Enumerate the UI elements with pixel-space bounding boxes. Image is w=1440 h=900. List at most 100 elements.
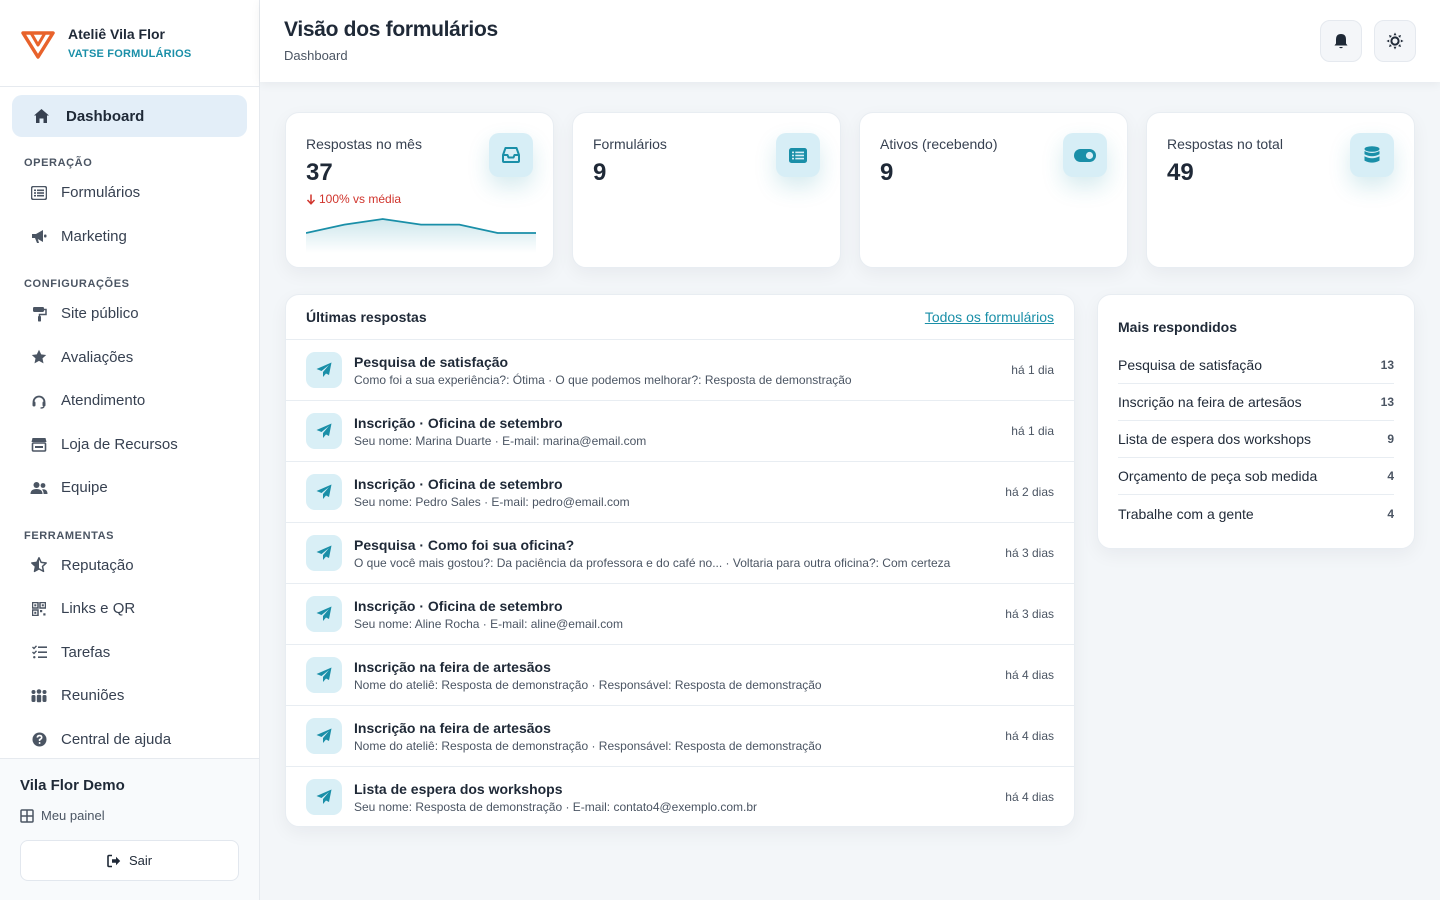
breadcrumb: Dashboard — [284, 48, 348, 63]
most-responded-count: 9 — [1387, 432, 1394, 446]
headset-icon — [30, 392, 48, 410]
response-form-title: Inscrição · Oficina de setembro — [354, 598, 563, 614]
brand[interactable]: Ateliê Vila Flor VATSE FORMULÁRIOS — [0, 0, 259, 87]
response-time: há 1 dia — [1011, 424, 1054, 438]
stat-value: 9 — [593, 159, 607, 186]
stat-card-active-forms: Ativos (recebendo) 9 — [859, 112, 1128, 268]
response-summary: Seu nome: Marina Duarte · E-mail: marina… — [354, 434, 647, 448]
sidebar-item-loja-de-recursos[interactable]: Loja de Recursos — [12, 423, 247, 467]
bell-icon — [1334, 33, 1348, 48]
notifications-button[interactable] — [1320, 20, 1362, 62]
sidebar-item-label: Reputação — [61, 556, 134, 574]
sidebar-item-label: Links e QR — [61, 600, 136, 618]
response-time: há 3 dias — [1005, 607, 1054, 621]
most-responded-count: 13 — [1380, 395, 1394, 409]
response-row[interactable]: Lista de espera dos workshops Seu nome: … — [286, 767, 1074, 826]
most-responded-item[interactable]: Lista de espera dos workshops 9 — [1118, 421, 1394, 458]
database-icon — [1350, 133, 1394, 177]
stat-value: 9 — [880, 159, 894, 186]
most-responded-form-name: Inscrição na feira de artesãos — [1118, 394, 1302, 410]
sign-out-icon — [107, 854, 121, 867]
help-icon — [30, 730, 48, 748]
inbox-icon — [489, 133, 533, 177]
response-row[interactable]: Inscrição na feira de artesãos Nome do a… — [286, 706, 1074, 767]
most-responded-form-name: Orçamento de peça sob medida — [1118, 468, 1318, 484]
stat-card-forms: Formulários 9 — [572, 112, 841, 268]
users-icon — [30, 479, 48, 497]
most-responded-item[interactable]: Pesquisa de satisfação 13 — [1118, 347, 1394, 384]
brand-subtitle: VATSE FORMULÁRIOS — [68, 48, 192, 60]
sidebar-item-tarefas[interactable]: Tarefas — [12, 631, 247, 675]
most-responded-list: Pesquisa de satisfação 13 Inscrição na f… — [1118, 347, 1394, 532]
most-responded-count: 13 — [1380, 358, 1394, 372]
response-row[interactable]: Inscrição · Oficina de setembro Seu nome… — [286, 584, 1074, 645]
response-time: há 1 dia — [1011, 363, 1054, 377]
most-responded-form-name: Lista de espera dos workshops — [1118, 431, 1311, 447]
sidebar-item-reunioes[interactable]: Reuniões — [12, 674, 247, 718]
qr-icon — [30, 600, 48, 618]
star-icon — [30, 348, 48, 366]
arrow-down-icon — [306, 194, 316, 205]
paper-plane-icon — [306, 657, 342, 693]
paper-plane-icon — [306, 352, 342, 388]
stat-card-monthly-responses: Respostas no mês 37 100% vs média — [285, 112, 554, 268]
paint-roller-icon — [30, 305, 48, 323]
response-summary: Nome do ateliê: Resposta de demonstração… — [354, 739, 822, 753]
most-responded-item[interactable]: Inscrição na feira de artesãos 13 — [1118, 384, 1394, 421]
response-form-title: Pesquisa de satisfação — [354, 354, 509, 370]
sidebar-item-equipe[interactable]: Equipe — [12, 466, 247, 510]
sidebar-item-reputacao[interactable]: Reputação — [12, 544, 247, 588]
response-form-title: Lista de espera dos workshops — [354, 781, 563, 797]
response-time: há 4 dias — [1005, 668, 1054, 682]
most-responded-title: Mais respondidos — [1118, 319, 1238, 335]
sidebar-item-dashboard[interactable]: Dashboard — [12, 95, 247, 137]
stat-label: Respostas no total — [1167, 136, 1283, 152]
sidebar-item-links-e-qr[interactable]: Links e QR — [12, 587, 247, 631]
response-row[interactable]: Inscrição · Oficina de setembro Seu nome… — [286, 462, 1074, 523]
theme-toggle-button[interactable] — [1374, 20, 1416, 62]
sidebar-item-label: Loja de Recursos — [61, 435, 178, 453]
sidebar-item-marketing[interactable]: Marketing — [12, 215, 247, 259]
latest-responses-title: Últimas respostas — [306, 309, 427, 325]
sparkline-chart — [306, 218, 536, 253]
nav-section-ferramentas: FERRAMENTAS — [24, 529, 115, 542]
response-row[interactable]: Inscrição na feira de artesãos Nome do a… — [286, 645, 1074, 706]
response-row[interactable]: Pesquisa de satisfação Como foi a sua ex… — [286, 340, 1074, 401]
response-summary: Seu nome: Resposta de demonstração · E-m… — [354, 800, 758, 814]
brand-name: Ateliê Vila Flor — [68, 26, 165, 42]
sidebar-item-label: Marketing — [61, 227, 127, 245]
response-summary: Seu nome: Aline Rocha · E-mail: aline@em… — [354, 617, 623, 631]
paper-plane-icon — [306, 718, 342, 754]
response-summary: Nome do ateliê: Resposta de demonstração… — [354, 678, 822, 692]
all-forms-link[interactable]: Todos os formulários — [925, 309, 1054, 325]
my-panel-link[interactable]: Meu painel — [20, 808, 239, 823]
sidebar-item-label: Central de ajuda — [61, 730, 172, 748]
sidebar-item-formularios[interactable]: Formulários — [12, 171, 247, 215]
sidebar-item-avaliacoes[interactable]: Avaliações — [12, 336, 247, 380]
sidebar-nav: Dashboard OPERAÇÃO Formulários Marketing… — [0, 87, 259, 759]
sidebar-item-site-publico[interactable]: Site público — [12, 292, 247, 336]
sidebar-item-label: Dashboard — [66, 107, 145, 125]
most-responded-item[interactable]: Trabalhe com a gente 4 — [1118, 495, 1394, 532]
response-row[interactable]: Pesquisa · Como foi sua oficina? O que v… — [286, 523, 1074, 584]
response-row[interactable]: Inscrição · Oficina de setembro Seu nome… — [286, 401, 1074, 462]
response-form-title: Inscrição · Oficina de setembro — [354, 476, 563, 492]
response-time: há 3 dias — [1005, 546, 1054, 560]
most-responded-panel: Mais respondidos Pesquisa de satisfação … — [1097, 294, 1415, 549]
paper-plane-icon — [306, 596, 342, 632]
response-time: há 4 dias — [1005, 790, 1054, 804]
most-responded-item[interactable]: Orçamento de peça sob medida 4 — [1118, 458, 1394, 495]
user-name: Vila Flor Demo — [20, 777, 125, 794]
sidebar-item-label: Formulários — [61, 184, 141, 202]
store-icon — [30, 435, 48, 453]
list-icon — [30, 184, 48, 202]
sidebar-item-central-de-ajuda[interactable]: Central de ajuda — [12, 718, 247, 760]
latest-responses-header: Últimas respostas Todos os formulários — [286, 295, 1074, 340]
sidebar-item-label: Reuniões — [61, 687, 125, 705]
stat-label: Ativos (recebendo) — [880, 136, 998, 152]
logout-button[interactable]: Sair — [20, 840, 239, 881]
checklist-icon — [30, 643, 48, 661]
sidebar-item-label: Equipe — [61, 479, 108, 497]
sidebar-item-atendimento[interactable]: Atendimento — [12, 379, 247, 423]
response-time: há 2 dias — [1005, 485, 1054, 499]
